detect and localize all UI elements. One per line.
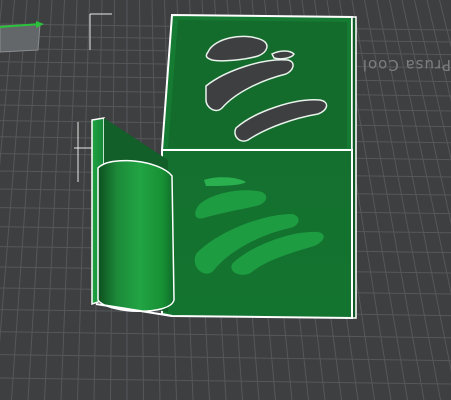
print-bed-scene: Prusa Cool [0,0,451,400]
bed-origin-tile [0,23,41,53]
bed-label-group: Prusa Cool [362,56,451,74]
bed-label: Prusa Cool [362,56,451,74]
3d-viewport[interactable]: Prusa Cool [0,0,451,400]
model-cylinder [97,159,175,312]
